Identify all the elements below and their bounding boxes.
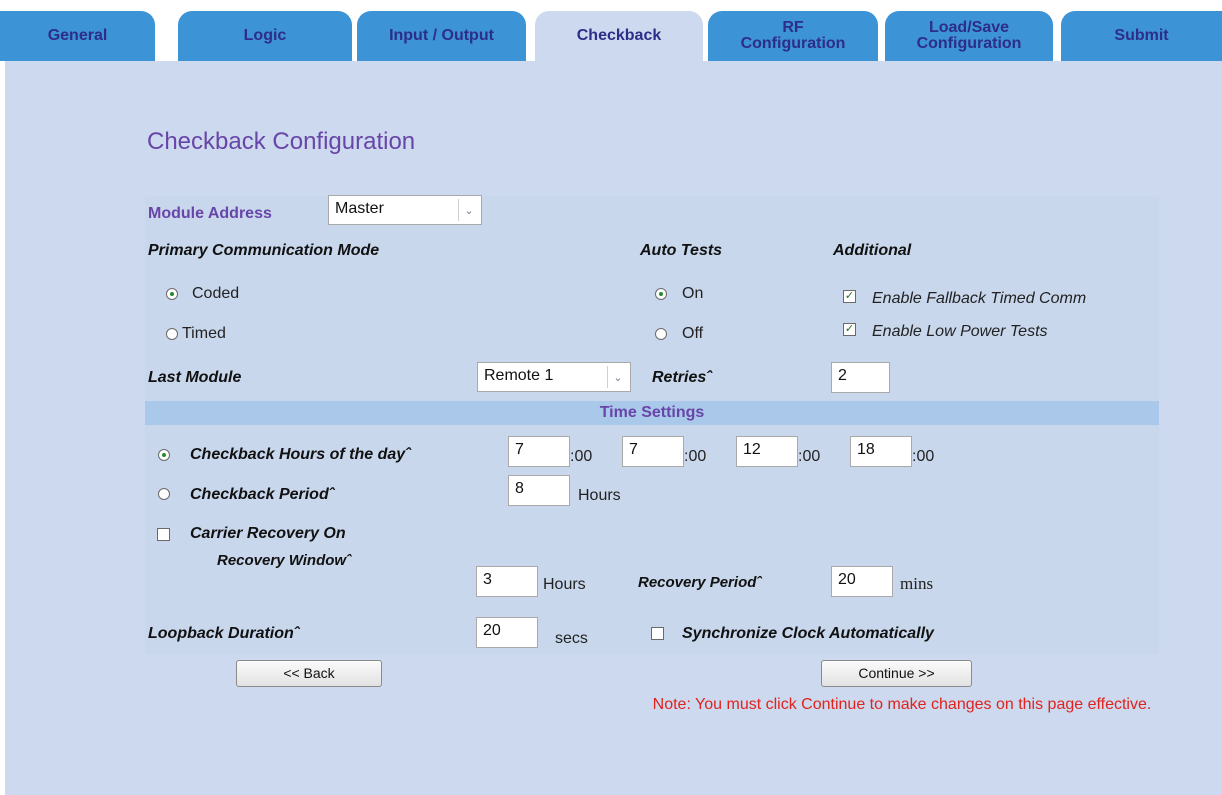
tab-submit[interactable]: Submit	[1061, 11, 1222, 61]
recovery-period-label: Recovery Periodˆ	[638, 574, 762, 591]
last-module-select[interactable]: Remote 1 ⌄	[477, 362, 631, 392]
hours-of-day-radio[interactable]	[158, 449, 170, 461]
coded-label: Coded	[192, 285, 240, 302]
loopback-input[interactable]: 20	[476, 617, 538, 648]
recovery-period-unit: mins	[900, 574, 934, 593]
primary-comm-header: Primary Communication Mode	[148, 242, 380, 259]
low-power-label: Enable Low Power Tests	[872, 323, 1048, 340]
hour-4-suffix: :00	[912, 448, 935, 465]
last-module-value: Remote 1	[484, 367, 554, 384]
auto-tests-off-radio[interactable]	[655, 328, 667, 340]
hour-2-input[interactable]: 7	[622, 436, 684, 467]
loopback-unit: secs	[555, 630, 588, 647]
module-address-value: Master	[335, 200, 384, 217]
back-button[interactable]: << Back	[236, 660, 382, 687]
auto-tests-off-label: Off	[682, 325, 704, 342]
low-power-checkbox[interactable]: ✓	[843, 323, 856, 336]
tab-checkback[interactable]: Checkback	[535, 11, 703, 61]
tab-input-output[interactable]: Input / Output	[357, 11, 526, 61]
sync-clock-checkbox[interactable]	[651, 627, 664, 640]
fallback-checkbox[interactable]: ✓	[843, 290, 856, 303]
retries-input[interactable]: 2	[831, 362, 890, 393]
continue-note: Note: You must click Continue to make ch…	[652, 696, 1152, 713]
last-module-label: Last Module	[148, 369, 242, 386]
carrier-recovery-label: Carrier Recovery On	[190, 525, 346, 542]
tab-label: RF Configuration	[740, 19, 846, 52]
fallback-label: Enable Fallback Timed Comm	[872, 290, 1087, 307]
chevron-down-icon: ⌄	[458, 199, 479, 221]
tab-rf-configuration[interactable]: RF Configuration	[708, 11, 878, 61]
sync-clock-label: Synchronize Clock Automatically	[682, 625, 934, 642]
module-address-select[interactable]: Master ⌄	[328, 195, 482, 225]
period-label: Checkback Periodˆ	[190, 486, 335, 503]
period-input[interactable]: 8	[508, 475, 570, 506]
recovery-period-input[interactable]: 20	[831, 566, 893, 597]
module-address-label: Module Address	[148, 205, 272, 222]
hour-3-suffix: :00	[798, 448, 821, 465]
hour-2-suffix: :00	[684, 448, 707, 465]
recovery-window-input[interactable]: 3	[476, 566, 538, 597]
hour-1-suffix: :00	[570, 448, 593, 465]
timed-label: Timed	[182, 325, 226, 342]
tab-label: Load/Save Configuration	[916, 19, 1022, 52]
time-settings-header: Time Settings	[145, 401, 1159, 425]
tab-label: Checkback	[576, 27, 662, 44]
chevron-down-icon: ⌄	[607, 366, 628, 388]
carrier-recovery-checkbox[interactable]	[157, 528, 170, 541]
tab-label: General	[47, 27, 108, 44]
tab-load-save-configuration[interactable]: Load/Save Configuration	[885, 11, 1053, 61]
hours-of-day-label: Checkback Hours of the dayˆ	[190, 446, 411, 463]
auto-tests-on-label: On	[682, 285, 704, 302]
hour-1-input[interactable]: 7	[508, 436, 570, 467]
hour-4-input[interactable]: 18	[850, 436, 912, 467]
tab-general[interactable]: General	[0, 11, 155, 61]
tab-bar: General Logic Input / Output Checkback R…	[0, 0, 1222, 61]
period-radio[interactable]	[158, 488, 170, 500]
coded-radio[interactable]	[166, 288, 178, 300]
tab-label: Input / Output	[389, 27, 494, 44]
auto-tests-on-radio[interactable]	[655, 288, 667, 300]
period-unit: Hours	[578, 487, 621, 504]
loopback-label: Loopback Durationˆ	[148, 625, 300, 642]
recovery-window-unit: Hours	[543, 576, 586, 593]
auto-tests-header: Auto Tests	[640, 242, 723, 259]
hour-3-input[interactable]: 12	[736, 436, 798, 467]
tab-logic[interactable]: Logic	[178, 11, 352, 61]
timed-radio[interactable]	[166, 328, 178, 340]
continue-button[interactable]: Continue >>	[821, 660, 972, 687]
additional-header: Additional	[833, 242, 912, 259]
recovery-window-label: Recovery Windowˆ	[217, 552, 352, 569]
tab-label: Submit	[1114, 27, 1169, 44]
tab-label: Logic	[243, 27, 287, 44]
page-title: Checkback Configuration	[147, 128, 416, 155]
retries-label: Retriesˆ	[652, 369, 712, 386]
